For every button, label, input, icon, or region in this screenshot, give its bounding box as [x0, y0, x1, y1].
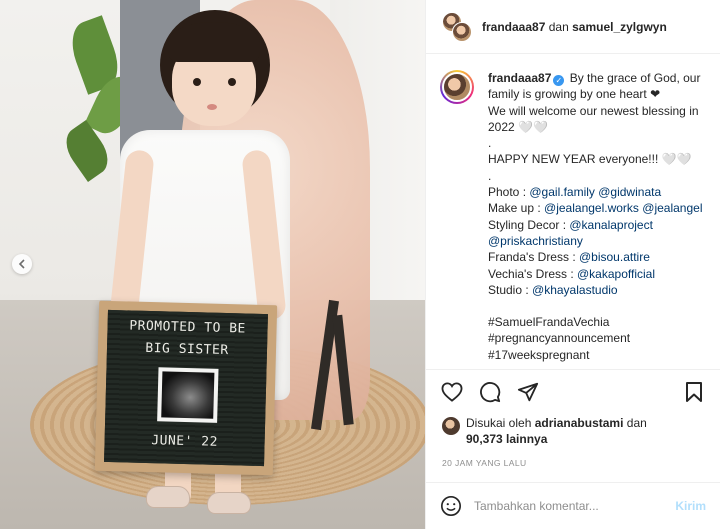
post-header: frandaaa87 dan samuel_zylgwyn [426, 0, 720, 54]
board-line-3: JUNE' 22 [151, 433, 219, 450]
save-button[interactable] [682, 380, 706, 404]
credit-label: Franda's Dress : [488, 250, 579, 265]
smiley-icon [441, 496, 461, 516]
board-line-2: BIG SISTER [145, 340, 229, 359]
comment-button[interactable] [478, 380, 502, 404]
liker-username[interactable]: adrianabustami [535, 416, 624, 430]
post-timestamp: 20 JAM YANG LALU [442, 458, 527, 468]
board-line-1: PROMOTED TO BE [129, 318, 247, 337]
credit-line: Studio : @khayalastudio [488, 282, 708, 298]
avatar [442, 72, 472, 102]
collab-joiner: dan [548, 19, 569, 34]
author-username[interactable]: frandaaa87 [482, 20, 545, 34]
credit-line: Franda's Dress : @bisou.attire [488, 249, 708, 265]
girl-shoe [207, 492, 251, 514]
share-button[interactable] [516, 380, 540, 404]
credit-mention[interactable]: @gail.family @gidwinata [529, 185, 661, 199]
caption-text: frandaaa87 ✓ By the grace of God, our fam… [488, 70, 708, 363]
hashtag-link[interactable]: #pregnancyannouncement [488, 330, 708, 346]
paper-plane-icon [517, 382, 539, 401]
comment-input[interactable] [474, 499, 676, 513]
avatar [452, 21, 472, 42]
previous-photo-button[interactable] [12, 254, 32, 274]
credit-mention[interactable]: @kanalaproject [569, 218, 653, 232]
post-photo: PROMOTED TO BE BIG SISTER JUNE' 22 [0, 0, 425, 529]
heart-icon [441, 381, 463, 402]
credit-line: Styling Decor : @kanalaproject [488, 217, 708, 233]
credit-mention[interactable]: @priskachristiany [488, 234, 583, 248]
credit-mention[interactable]: @khayalastudio [532, 283, 618, 297]
girl-shoe [146, 486, 190, 508]
credit-label: Photo : [488, 185, 530, 200]
collab-names: frandaaa87 dan samuel_zylgwyn [482, 20, 667, 34]
likes-text: Disukai oleh adrianabustami dan 90,373 l… [466, 415, 647, 447]
hashtag-link[interactable]: #SamuelFrandaVechia [488, 314, 708, 330]
caption-line: HAPPY NEW YEAR everyone!!! 🤍🤍 [488, 152, 692, 167]
bookmark-icon [686, 381, 702, 402]
comment-bubble-icon [480, 381, 501, 402]
collab-avatars[interactable] [442, 11, 472, 42]
hashtag-link[interactable]: #17weekspregnant [488, 347, 708, 363]
girl-eye [193, 78, 201, 86]
caption-line: We will welcome our newest blessing in 2… [488, 103, 699, 134]
girl-mouth [207, 104, 217, 110]
caption-line: . [488, 136, 492, 151]
collab-username[interactable]: samuel_zylgwyn [572, 20, 667, 34]
ultrasound-photo [157, 367, 219, 423]
action-bar [426, 369, 720, 413]
credit-line: Photo : @gail.family @gidwinata [488, 184, 708, 200]
letter-board: PROMOTED TO BE BIG SISTER JUNE' 22 [94, 300, 278, 476]
girl-bangs [168, 22, 260, 62]
like-button[interactable] [440, 380, 464, 404]
credit-label: Styling Decor : [488, 217, 570, 232]
credit-mention[interactable]: @jealangel.works @jealangel [544, 201, 702, 215]
caption-area[interactable]: frandaaa87 ✓ By the grace of God, our fam… [426, 62, 720, 368]
likes-prefix: Disukai oleh [466, 416, 532, 430]
girl-eye [228, 78, 236, 86]
credit-line: @priskachristiany [488, 233, 708, 249]
verified-badge-icon: ✓ [553, 75, 565, 86]
caption: frandaaa87 ✓ By the grace of God, our fam… [438, 70, 708, 363]
ultrasound-image [161, 371, 215, 419]
letter-board-felt: PROMOTED TO BE BIG SISTER JUNE' 22 [104, 309, 268, 467]
post-side-panel: frandaaa87 dan samuel_zylgwyn frandaaa87… [425, 0, 720, 529]
credit-line: Vechia's Dress : @kakapofficial [488, 266, 708, 282]
caption-line: . [488, 168, 492, 183]
credit-line: Make up : @jealangel.works @jealangel [488, 200, 708, 216]
emoji-button[interactable] [440, 495, 462, 517]
instagram-post-modal: PROMOTED TO BE BIG SISTER JUNE' 22 frand… [0, 0, 720, 529]
credit-mention[interactable]: @kakapofficial [577, 267, 655, 281]
liker-avatar[interactable] [442, 417, 460, 435]
credit-label: Make up : [488, 201, 545, 216]
likes-summary: Disukai oleh adrianabustami dan 90,373 l… [442, 415, 708, 447]
likes-and: dan [626, 416, 647, 430]
caption-avatar[interactable] [440, 70, 474, 104]
credit-label: Studio : [488, 282, 533, 297]
credit-mention[interactable]: @bisou.attire [579, 250, 650, 264]
comment-composer: Kirim [426, 482, 720, 529]
chevron-left-icon [18, 259, 25, 269]
likes-count-link[interactable]: 90,373 lainnya [466, 432, 547, 446]
post-comment-button[interactable]: Kirim [675, 499, 706, 513]
credit-label: Vechia's Dress : [488, 266, 577, 281]
caption-username[interactable]: frandaaa87 [488, 71, 551, 85]
